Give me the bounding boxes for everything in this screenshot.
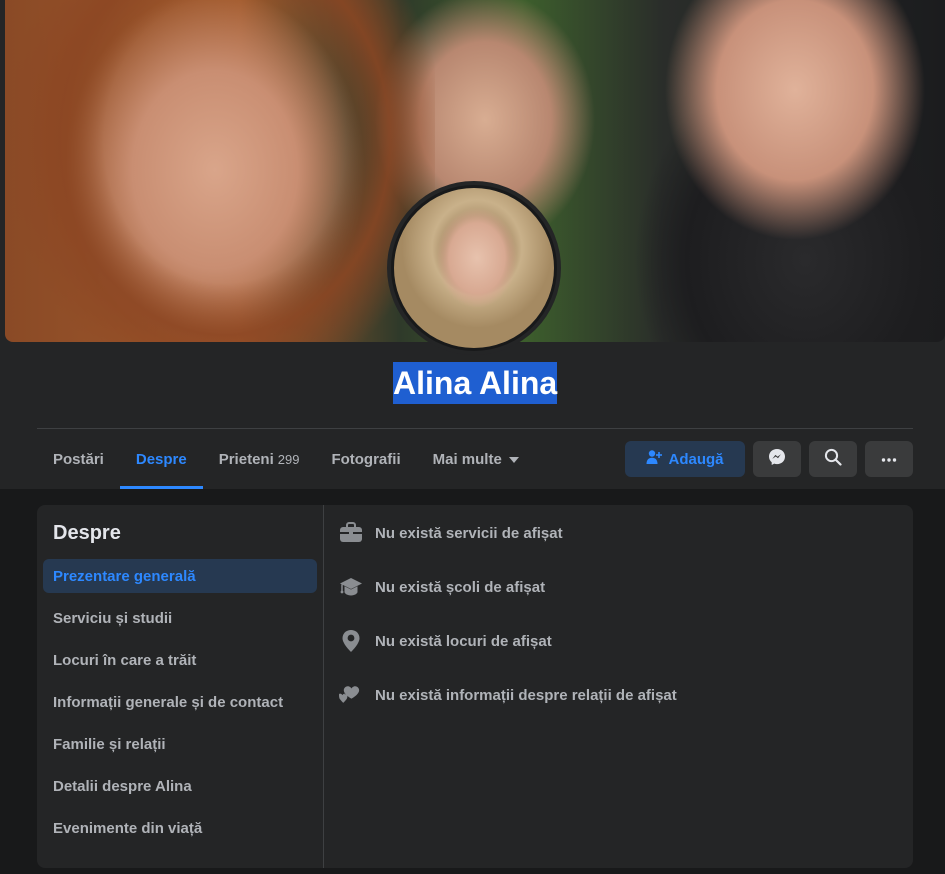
sidebar-item-contact-info[interactable]: Informații generale și de contact [43,685,317,719]
tab-more-label: Mai multe [432,451,502,468]
sidebar-item-family-relationships[interactable]: Familie și relații [43,727,317,761]
profile-name: Alina Alina [393,362,558,404]
overview-item-education: Nu există școli de afișat [339,573,545,601]
tab-friends-label: Prieteni [218,451,274,468]
tab-about[interactable]: Despre [119,430,203,489]
more-icon [881,450,897,468]
overview-item-text: Nu există locuri de afișat [375,632,552,650]
briefcase-icon [339,521,363,545]
about-title: Despre [53,522,121,544]
messenger-icon [768,448,786,471]
search-icon [824,448,842,471]
profile-picture[interactable] [387,181,561,355]
header-divider [37,428,913,429]
messenger-button[interactable] [753,441,801,477]
location-pin-icon [339,629,363,653]
sidebar-item-label: Informații generale și de contact [53,693,284,711]
tab-about-label: Despre [135,451,187,468]
sidebar-item-label: Detalii despre Alina [53,777,192,795]
sidebar-item-label: Serviciu și studii [53,609,173,627]
add-friend-icon [646,449,663,469]
add-friend-button[interactable]: Adaugă [625,441,745,477]
sidebar-item-label: Familie și relații [53,735,166,753]
sidebar-item-work-education[interactable]: Serviciu și studii [43,601,317,635]
add-friend-label: Adaugă [668,450,724,468]
graduation-cap-icon [339,575,363,599]
more-options-button[interactable] [865,441,913,477]
sidebar-item-places-lived[interactable]: Locuri în care a trăit [43,643,317,677]
profile-tabs: Postări Despre Prieteni 299 Fotografii M… [37,430,535,489]
overview-item-relationship: Nu există informații despre relații de a… [339,681,677,709]
sidebar-item-label: Evenimente din viață [53,819,203,837]
tab-friends[interactable]: Prieteni 299 [203,430,316,489]
overview-item-text: Nu există școli de afișat [375,578,546,596]
profile-actions: Adaugă [625,441,913,477]
chevron-down-icon [508,456,519,463]
tab-posts-label: Postări [53,451,104,468]
search-button[interactable] [809,441,857,477]
avatar [391,185,557,351]
sidebar-item-life-events[interactable]: Evenimente din viață [43,811,317,845]
sidebar-item-overview[interactable]: Prezentare generală [43,559,317,593]
tab-photos[interactable]: Fotografii [315,430,416,489]
tab-posts[interactable]: Postări [37,430,120,489]
tab-photos-label: Fotografii [331,451,401,468]
sidebar-item-label: Locuri în care a trăit [53,651,197,669]
friends-count: 299 [277,452,300,467]
overview-item-text: Nu există informații despre relații de a… [375,686,677,704]
hearts-icon [339,683,363,707]
cover-photo-detail [15,0,435,342]
overview-item-places: Nu există locuri de afișat [339,627,552,655]
overview-item-work: Nu există servicii de afișat [339,519,563,547]
sidebar-item-label: Prezentare generală [53,567,196,585]
sidebar-item-details[interactable]: Detalii despre Alina [43,769,317,803]
about-sidebar: Despre Prezentare generală Serviciu și s… [37,505,324,868]
tab-more[interactable]: Mai multe [417,430,535,489]
overview-item-text: Nu există servicii de afișat [375,524,563,542]
about-card: Despre Prezentare generală Serviciu și s… [37,505,913,868]
